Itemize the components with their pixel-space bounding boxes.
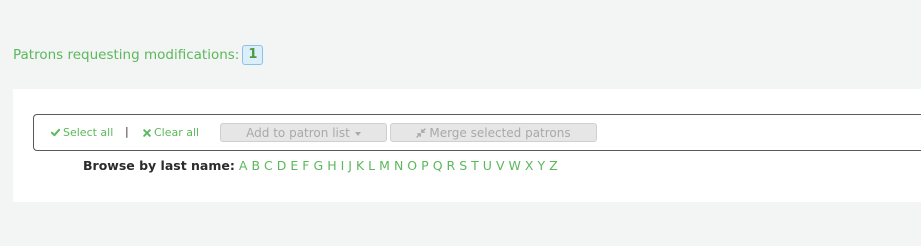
selection-toolbar: Select all | Clear all Add to patron lis… bbox=[33, 114, 921, 151]
letter-link-t[interactable]: T bbox=[471, 158, 479, 173]
add-to-patron-list-label: Add to patron list bbox=[246, 125, 350, 140]
letter-link-a[interactable]: A bbox=[239, 158, 248, 173]
letter-link-b[interactable]: B bbox=[251, 158, 260, 173]
select-all-link[interactable]: Select all bbox=[51, 126, 113, 139]
modifications-notice: Patrons requesting modifications: 1 bbox=[13, 45, 264, 65]
letter-link-v[interactable]: V bbox=[496, 158, 505, 173]
letter-link-x[interactable]: X bbox=[525, 158, 534, 173]
letter-link-i[interactable]: I bbox=[341, 158, 345, 173]
letter-link-h[interactable]: H bbox=[327, 158, 336, 173]
modifications-label: Patrons requesting modifications: bbox=[13, 47, 240, 63]
letter-link-y[interactable]: Y bbox=[537, 158, 545, 173]
letter-link-l[interactable]: L bbox=[368, 158, 375, 173]
letter-link-p[interactable]: P bbox=[421, 158, 429, 173]
browse-by-last-name: Browse by last name: A B C D E F G H I J… bbox=[83, 158, 558, 173]
letter-link-s[interactable]: S bbox=[459, 158, 467, 173]
letter-link-z[interactable]: Z bbox=[549, 158, 558, 173]
letter-link-w[interactable]: W bbox=[509, 158, 521, 173]
merge-selected-patrons-label: Merge selected patrons bbox=[429, 125, 571, 140]
compress-icon bbox=[416, 127, 427, 138]
browse-label: Browse by last name: bbox=[83, 158, 235, 173]
clear-all-label: Clear all bbox=[154, 126, 200, 139]
patron-results-panel: Select all | Clear all Add to patron lis… bbox=[13, 89, 921, 202]
letter-link-c[interactable]: C bbox=[264, 158, 273, 173]
letter-link-m[interactable]: M bbox=[379, 158, 390, 173]
letter-link-u[interactable]: U bbox=[483, 158, 492, 173]
letter-link-r[interactable]: R bbox=[447, 158, 456, 173]
letter-link-k[interactable]: K bbox=[356, 158, 364, 173]
letter-link-e[interactable]: E bbox=[290, 158, 298, 173]
toolbar-separator: | bbox=[125, 125, 129, 138]
add-to-patron-list-button[interactable]: Add to patron list bbox=[220, 123, 387, 142]
modifications-count-badge[interactable]: 1 bbox=[242, 45, 264, 65]
select-all-label: Select all bbox=[63, 126, 114, 139]
letter-link-n[interactable]: N bbox=[394, 158, 403, 173]
letter-link-d[interactable]: D bbox=[277, 158, 287, 173]
letter-link-o[interactable]: O bbox=[407, 158, 417, 173]
merge-selected-patrons-button[interactable]: Merge selected patrons bbox=[390, 123, 597, 142]
letter-link-j[interactable]: J bbox=[348, 158, 352, 173]
clear-all-link[interactable]: Clear all bbox=[143, 126, 199, 139]
check-icon bbox=[51, 128, 60, 137]
letter-link-q[interactable]: Q bbox=[433, 158, 443, 173]
close-icon bbox=[143, 128, 151, 137]
letter-links: A B C D E F G H I J K L M N O P Q R S T … bbox=[239, 158, 558, 173]
letter-link-g[interactable]: G bbox=[314, 158, 324, 173]
letter-link-f[interactable]: F bbox=[302, 158, 309, 173]
caret-down-icon bbox=[354, 131, 361, 136]
